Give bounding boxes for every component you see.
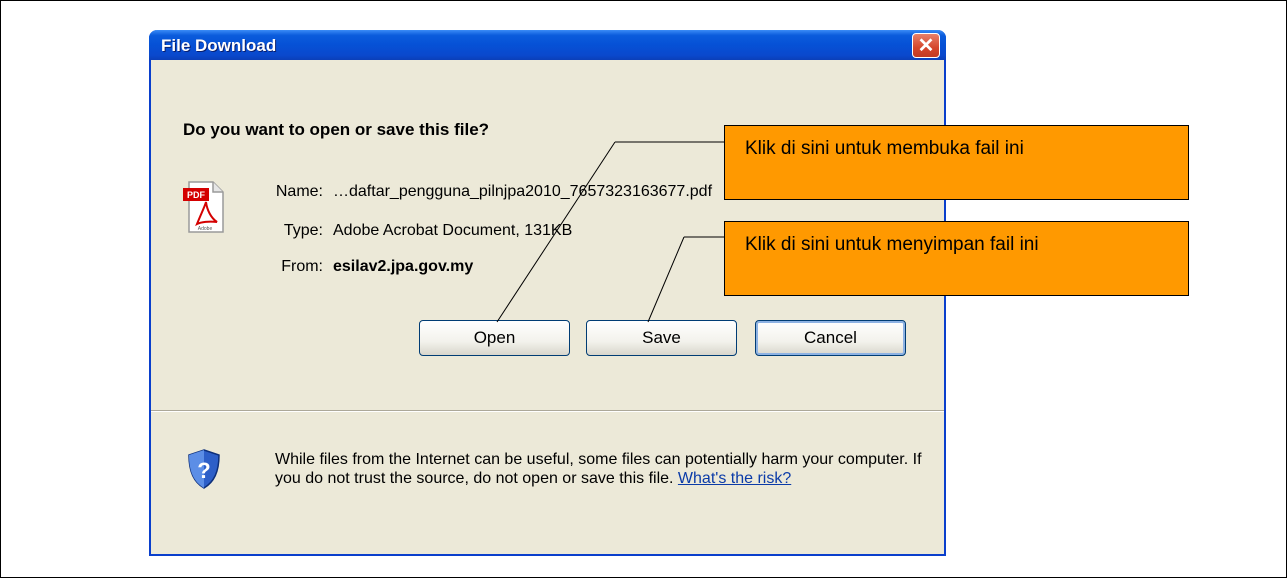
save-leader-diag <box>647 236 685 323</box>
save-callout: Klik di sini untuk menyimpan fail ini <box>724 221 1189 296</box>
open-callout-text: Klik di sini untuk membuka fail ini <box>745 138 1024 159</box>
save-callout-text: Klik di sini untuk menyimpan fail ini <box>745 234 1039 255</box>
open-callout: Klik di sini untuk membuka fail ini <box>724 125 1189 200</box>
open-leader-diag <box>496 141 616 323</box>
